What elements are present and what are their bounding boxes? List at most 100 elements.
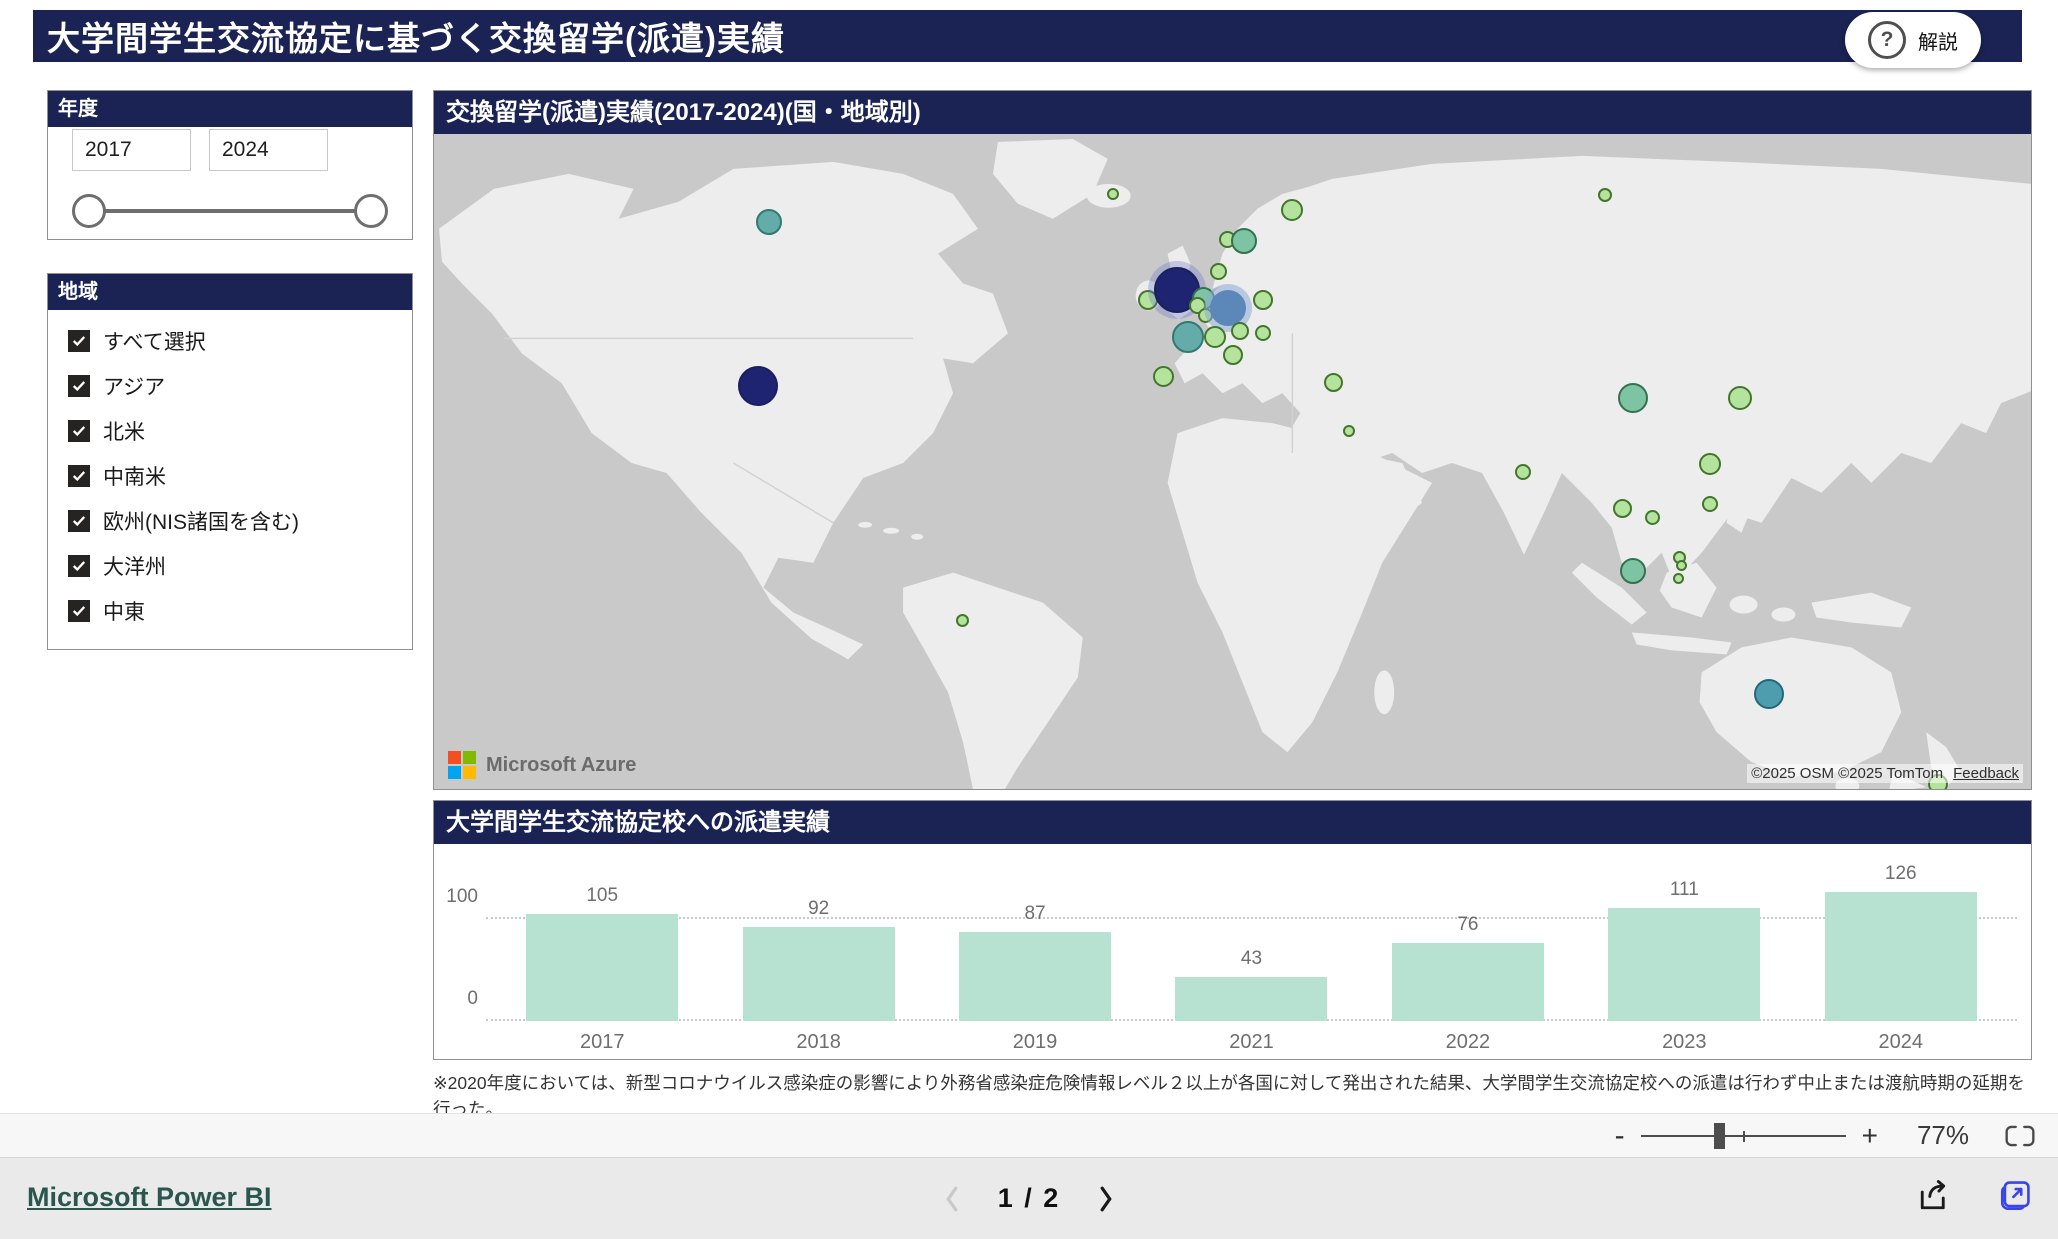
x-axis-label-2023: 2023	[1576, 1031, 1792, 1054]
map-bubble-czechia[interactable]	[1231, 322, 1249, 340]
map-bubble-vietnam[interactable]	[1645, 510, 1660, 525]
checkbox-checked-icon[interactable]	[68, 510, 90, 532]
open-in-powerbi-icon[interactable]	[1999, 1178, 2033, 1212]
next-page-icon[interactable]	[1098, 1185, 1115, 1213]
slider-handle-max[interactable]	[354, 194, 388, 228]
year-to-input[interactable]	[209, 129, 328, 171]
map-bubble-taiwan[interactable]	[1702, 496, 1718, 512]
bar-value-label: 111	[1670, 879, 1699, 901]
map-bubble-singapore[interactable]	[1620, 558, 1646, 584]
map-bubble-malaysia[interactable]	[1676, 560, 1687, 571]
map-bubble-italy[interactable]	[1223, 345, 1243, 365]
x-axis-label-2017: 2017	[494, 1031, 710, 1054]
checkbox-checked-icon[interactable]	[68, 465, 90, 487]
region-option-asia[interactable]: アジア	[68, 371, 165, 401]
map-bubble-austria[interactable]	[1255, 325, 1271, 341]
bar-column-2023: 1112023	[1576, 844, 1792, 1021]
region-option-latin-america[interactable]: 中南米	[68, 461, 166, 491]
map-bubble-germany[interactable]	[1210, 290, 1246, 326]
bar-column-2021: 432021	[1143, 844, 1359, 1021]
bar-2017[interactable]	[526, 914, 678, 1021]
checkbox-checked-icon[interactable]	[68, 420, 90, 442]
map-bubble-iceland[interactable]	[1107, 188, 1119, 200]
bar-column-2017: 1052017	[494, 844, 710, 1021]
x-axis-label-2018: 2018	[710, 1031, 926, 1054]
region-slicer-panel: 地域 すべて選択 アジア 北米 中南米 欧州(NIS諸国を含む) 大洋州 中東	[47, 273, 413, 650]
help-button[interactable]: ? 解説	[1845, 12, 1981, 68]
region-option-label: 北米	[103, 416, 145, 446]
map-feedback-link[interactable]: Feedback	[1953, 765, 2019, 782]
share-icon[interactable]	[1917, 1178, 1953, 1212]
map-visual-title: 交換留学(派遣)実績(2017-2024)(国・地域別)	[434, 91, 2031, 134]
map-bubble-indonesia[interactable]	[1673, 573, 1684, 584]
bar-2018[interactable]	[743, 927, 895, 1021]
map-bubble-sweden[interactable]	[1231, 228, 1257, 254]
question-circle-icon: ?	[1868, 21, 1906, 59]
zoom-in-button[interactable]: +	[1862, 1122, 1878, 1150]
map-bubble-china[interactable]	[1618, 383, 1648, 413]
slider-handle-min[interactable]	[72, 194, 106, 228]
checkbox-checked-icon[interactable]	[68, 375, 90, 397]
zoom-level-label: 77%	[1908, 1120, 1978, 1151]
map-bubble-south-korea[interactable]	[1728, 386, 1752, 410]
map-bubble-israel[interactable]	[1343, 425, 1355, 437]
region-option-select-all[interactable]: すべて選択	[68, 326, 206, 356]
region-option-label: アジア	[103, 371, 165, 401]
zoom-slider-midtick	[1743, 1131, 1745, 1142]
azure-logo-label: Microsoft Azure	[486, 754, 636, 777]
region-option-label: 大洋州	[103, 551, 166, 581]
map-bubbles	[434, 134, 2031, 789]
y-axis-tick-100: 100	[434, 886, 478, 908]
azure-map[interactable]: Microsoft Azure ©2025 OSM ©2025 TomTom F…	[434, 134, 2031, 789]
map-bubble-australia[interactable]	[1754, 679, 1784, 709]
bar-column-2024: 1262024	[1793, 844, 2009, 1021]
bar-column-2018: 922018	[710, 844, 926, 1021]
year-from-input[interactable]	[72, 129, 191, 171]
checkbox-checked-icon[interactable]	[68, 555, 90, 577]
map-bubble-thailand[interactable]	[1613, 499, 1632, 518]
report-title: 大学間学生交流協定に基づく交換留学(派遣)実績	[33, 12, 785, 60]
x-axis-label-2019: 2019	[927, 1031, 1143, 1054]
map-bubble-switzerland[interactable]	[1204, 326, 1226, 348]
map-bubble-turkey[interactable]	[1324, 373, 1343, 392]
region-option-europe[interactable]: 欧州(NIS諸国を含む)	[68, 506, 299, 536]
map-bubble-india[interactable]	[1515, 464, 1531, 480]
bar-value-label: 76	[1457, 914, 1478, 936]
previous-page-icon[interactable]	[943, 1185, 960, 1213]
map-bubble-finland[interactable]	[1281, 199, 1303, 221]
y-axis-tick-0: 0	[434, 988, 478, 1010]
map-bubble-spain[interactable]	[1153, 366, 1174, 387]
bar-chart-panel: 大学間学生交流協定校への派遣実績 100 0 10520179220188720…	[433, 800, 2032, 1060]
map-bubble-usa[interactable]	[738, 366, 778, 406]
region-option-oceania[interactable]: 大洋州	[68, 551, 166, 581]
bar-2023[interactable]	[1608, 908, 1760, 1021]
zoom-toolbar: - + 77%	[0, 1113, 2058, 1158]
map-copyright: ©2025 OSM ©2025 TomTom	[1751, 765, 1943, 782]
region-option-north-america[interactable]: 北米	[68, 416, 145, 446]
map-visual-panel: 交換留学(派遣)実績(2017-2024)(国・地域別)	[433, 90, 2032, 790]
checkbox-checked-icon[interactable]	[68, 330, 90, 352]
zoom-slider[interactable]	[1641, 1122, 1846, 1150]
fullscreen-icon[interactable]	[2004, 1124, 2036, 1148]
map-bubble-east-china[interactable]	[1699, 453, 1721, 475]
map-bubble-brazil[interactable]	[956, 614, 969, 627]
zoom-slider-handle[interactable]	[1714, 1123, 1725, 1149]
zoom-out-button[interactable]: -	[1615, 1121, 1625, 1151]
year-range-slider[interactable]	[72, 193, 388, 229]
bar-2024[interactable]	[1825, 892, 1977, 1021]
map-attribution: ©2025 OSM ©2025 TomTom Feedback	[1747, 764, 2023, 783]
map-bubble-russia[interactable]	[1598, 188, 1612, 202]
bar-2019[interactable]	[959, 932, 1111, 1021]
bar-2021[interactable]	[1175, 977, 1327, 1021]
map-bubble-canada[interactable]	[756, 209, 782, 235]
region-option-label: 欧州(NIS諸国を含む)	[103, 506, 299, 536]
report-header: 大学間学生交流協定に基づく交換留学(派遣)実績	[33, 10, 2022, 62]
map-bubble-denmark[interactable]	[1210, 263, 1227, 280]
powerbi-footer: Microsoft Power BI 1 / 2	[0, 1158, 2058, 1239]
region-option-middle-east[interactable]: 中東	[68, 596, 145, 626]
map-bubble-france[interactable]	[1172, 321, 1204, 353]
bar-2022[interactable]	[1392, 943, 1544, 1021]
checkbox-checked-icon[interactable]	[68, 600, 90, 622]
map-bubble-poland[interactable]	[1253, 290, 1273, 310]
bars: 1052017922018872019432021762022111202312…	[494, 844, 2009, 1021]
